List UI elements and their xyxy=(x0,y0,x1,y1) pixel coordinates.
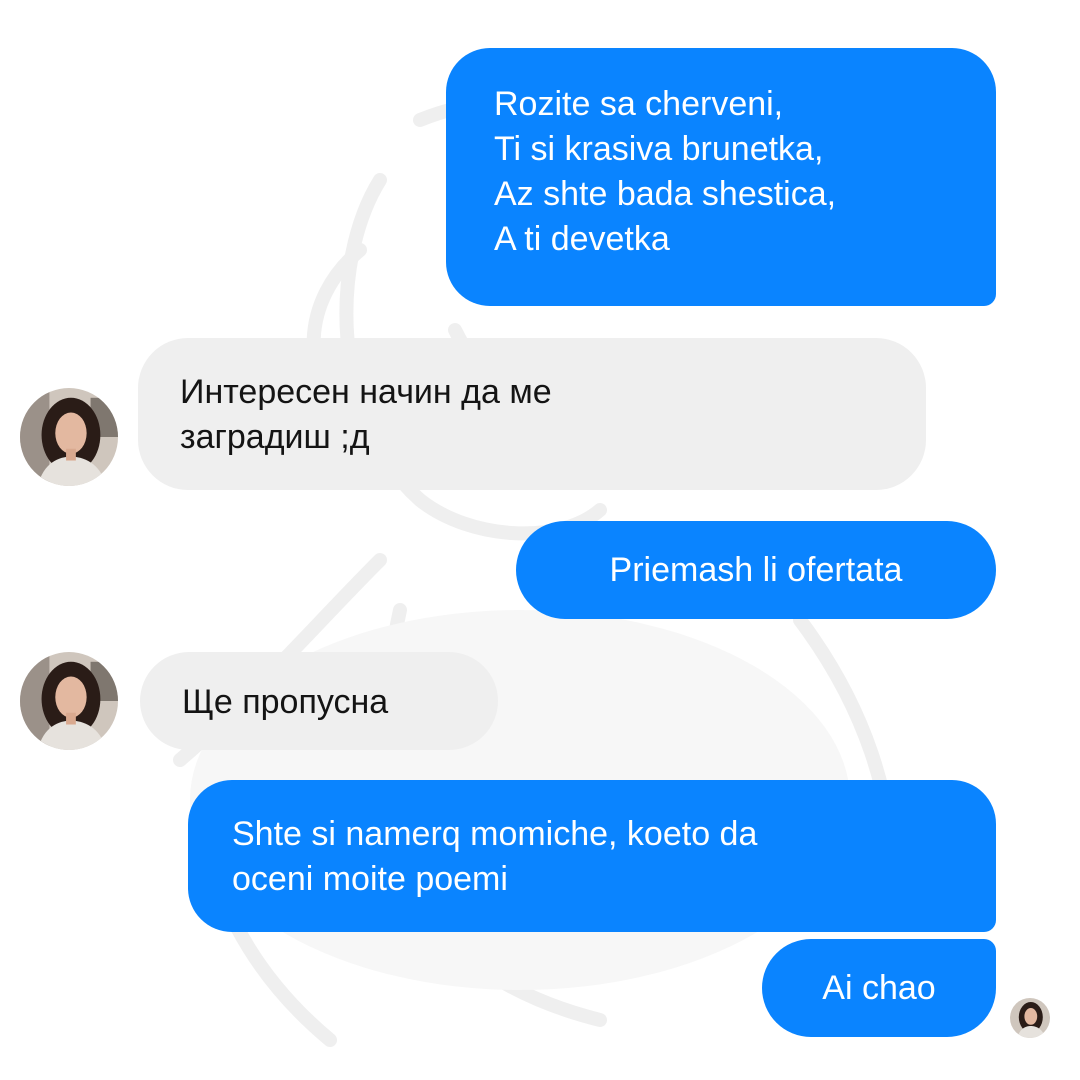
contact-avatar[interactable] xyxy=(20,388,118,486)
seen-avatar-icon xyxy=(1010,998,1050,1038)
message-bubble-incoming[interactable]: Ще пропусна xyxy=(140,652,498,750)
chat-thread: Rozite sa cherveni, Ti si krasiva brunet… xyxy=(0,0,1080,1080)
message-bubble-outgoing[interactable]: Rozite sa cherveni, Ti si krasiva brunet… xyxy=(446,48,996,306)
message-bubble-outgoing[interactable]: Shte si namerq momiche, koeto da oceni m… xyxy=(188,780,996,932)
message-bubble-outgoing[interactable]: Ai chao xyxy=(762,939,996,1037)
message-bubble-incoming[interactable]: Интересен начин да ме заградиш ;д xyxy=(138,338,926,490)
contact-avatar[interactable] xyxy=(20,652,118,750)
message-bubble-outgoing[interactable]: Priemash li ofertata xyxy=(516,521,996,619)
contact-avatar-icon xyxy=(20,652,118,750)
contact-avatar-icon xyxy=(20,388,118,486)
